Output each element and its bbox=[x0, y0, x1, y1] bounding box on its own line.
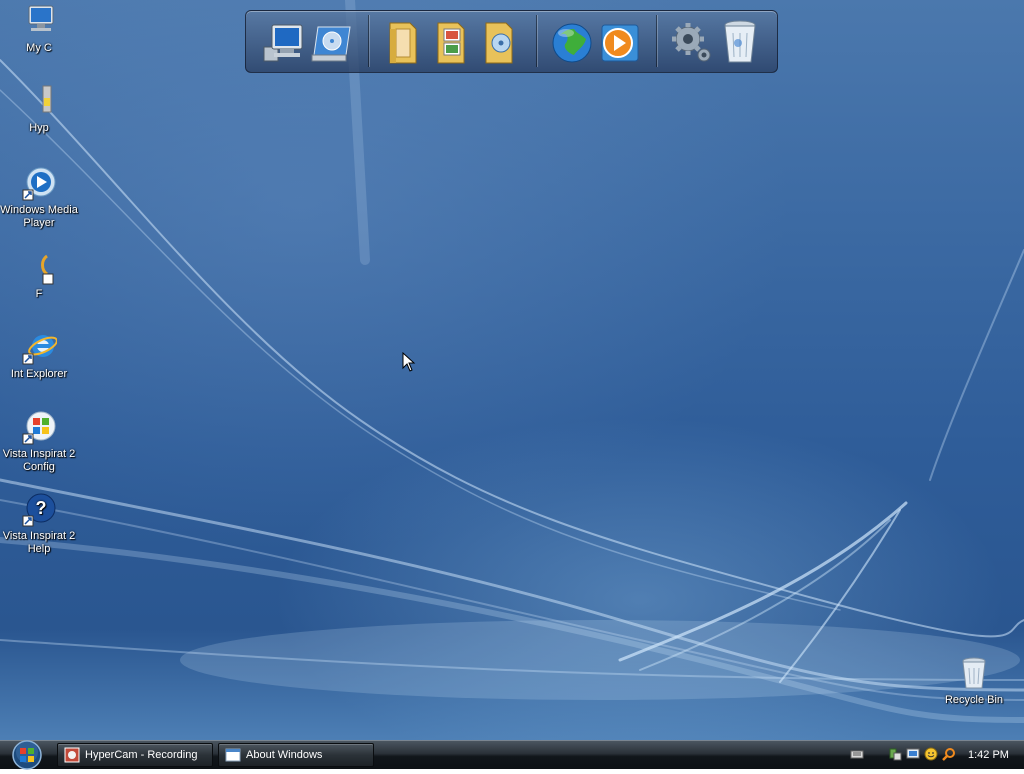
desktop-icon-internet-explorer[interactable]: Int Explorer bbox=[0, 330, 78, 381]
search-icon[interactable] bbox=[942, 747, 956, 761]
desktop-icon-label: Recycle Bin bbox=[944, 694, 1004, 706]
documents-folder-icon bbox=[389, 22, 417, 64]
desktop-icon-hypercam[interactable]: Hyp bbox=[0, 84, 78, 135]
recycle-bin-icon bbox=[962, 657, 986, 689]
network-icon[interactable] bbox=[888, 747, 902, 761]
dock-internet[interactable] bbox=[548, 17, 596, 67]
desktop-icon-label: Vista Inspirat 2 Config bbox=[2, 448, 76, 473]
desktop-icon-vista-inspirat-config[interactable]: Vista Inspirat 2 Config bbox=[0, 410, 78, 474]
dock-disk-drive[interactable] bbox=[308, 17, 356, 67]
taskbar-button-hypercam[interactable]: HyperCam - Recording bbox=[57, 743, 213, 767]
wallpaper bbox=[0, 0, 1024, 723]
disk-drive-icon bbox=[311, 26, 351, 62]
dock-separator bbox=[536, 15, 537, 67]
internet-globe-icon bbox=[552, 23, 592, 63]
windows-logo-icon bbox=[22, 411, 56, 445]
mouse-cursor-icon bbox=[402, 352, 416, 372]
media-player-icon bbox=[601, 24, 639, 62]
pictures-folder-icon bbox=[437, 22, 465, 64]
desktop-icon-my-computer[interactable]: My C bbox=[0, 4, 78, 55]
taskbar: HyperCam - Recording About Windows 1:42 … bbox=[0, 739, 1024, 771]
taskbar-button-label: HyperCam - Recording bbox=[85, 749, 198, 761]
computer-icon bbox=[263, 24, 303, 62]
settings-gears-icon bbox=[672, 23, 711, 62]
dock-separator bbox=[368, 15, 369, 67]
dock-recycle-bin[interactable] bbox=[716, 17, 764, 67]
desktop-icon-label: Windows Media Player bbox=[0, 204, 78, 229]
taskbar-button-about-windows[interactable]: About Windows bbox=[218, 743, 374, 767]
dock-settings[interactable] bbox=[668, 17, 716, 67]
clock[interactable]: 1:42 PM bbox=[968, 741, 1009, 769]
desktop-icon-label: My C bbox=[26, 42, 52, 54]
smiley-icon[interactable] bbox=[924, 747, 938, 761]
display-icon[interactable] bbox=[906, 747, 920, 761]
dock-documents-folder[interactable] bbox=[380, 17, 428, 67]
desktop-icon-vista-inspirat-help[interactable]: ? Vista Inspirat 2 Help bbox=[0, 492, 78, 556]
desktop-icon-label: Hyp bbox=[29, 122, 49, 134]
start-button[interactable] bbox=[6, 739, 48, 771]
app-icon bbox=[41, 254, 54, 285]
media-player-icon bbox=[22, 167, 56, 201]
dock-computer[interactable] bbox=[260, 17, 308, 67]
dock-music-folder[interactable] bbox=[476, 17, 524, 67]
keyboard-icon[interactable] bbox=[850, 747, 864, 761]
desktop-icon-label: Int Explorer bbox=[10, 368, 68, 380]
dock-separator bbox=[656, 15, 657, 67]
desktop-icon-label: F bbox=[35, 288, 43, 300]
internet-explorer-icon bbox=[22, 335, 57, 365]
recycle-bin-icon bbox=[724, 20, 756, 63]
dock-media-player[interactable] bbox=[596, 17, 644, 67]
windows-orb-icon bbox=[12, 740, 42, 770]
desktop[interactable]: My C Hyp Windows Media Player F Int Expl… bbox=[0, 0, 1024, 740]
taskbar-button-label: About Windows bbox=[246, 749, 323, 761]
hypercam-icon bbox=[64, 747, 80, 763]
desktop-icon-unknown-app[interactable]: F bbox=[0, 250, 78, 301]
hypercam-icon bbox=[42, 85, 52, 113]
dock-pictures-folder[interactable] bbox=[428, 17, 476, 67]
desktop-icon-label: Vista Inspirat 2 Help bbox=[2, 530, 76, 555]
desktop-icon-recycle-bin[interactable]: Recycle Bin bbox=[935, 656, 1013, 707]
music-folder-icon bbox=[485, 22, 513, 64]
svg-text:?: ? bbox=[36, 498, 47, 518]
window-icon bbox=[225, 748, 241, 762]
dock-toolbar bbox=[245, 10, 778, 73]
desktop-icon-windows-media-player[interactable]: Windows Media Player bbox=[0, 166, 78, 230]
help-icon: ? bbox=[22, 493, 56, 527]
computer-icon bbox=[28, 5, 54, 31]
